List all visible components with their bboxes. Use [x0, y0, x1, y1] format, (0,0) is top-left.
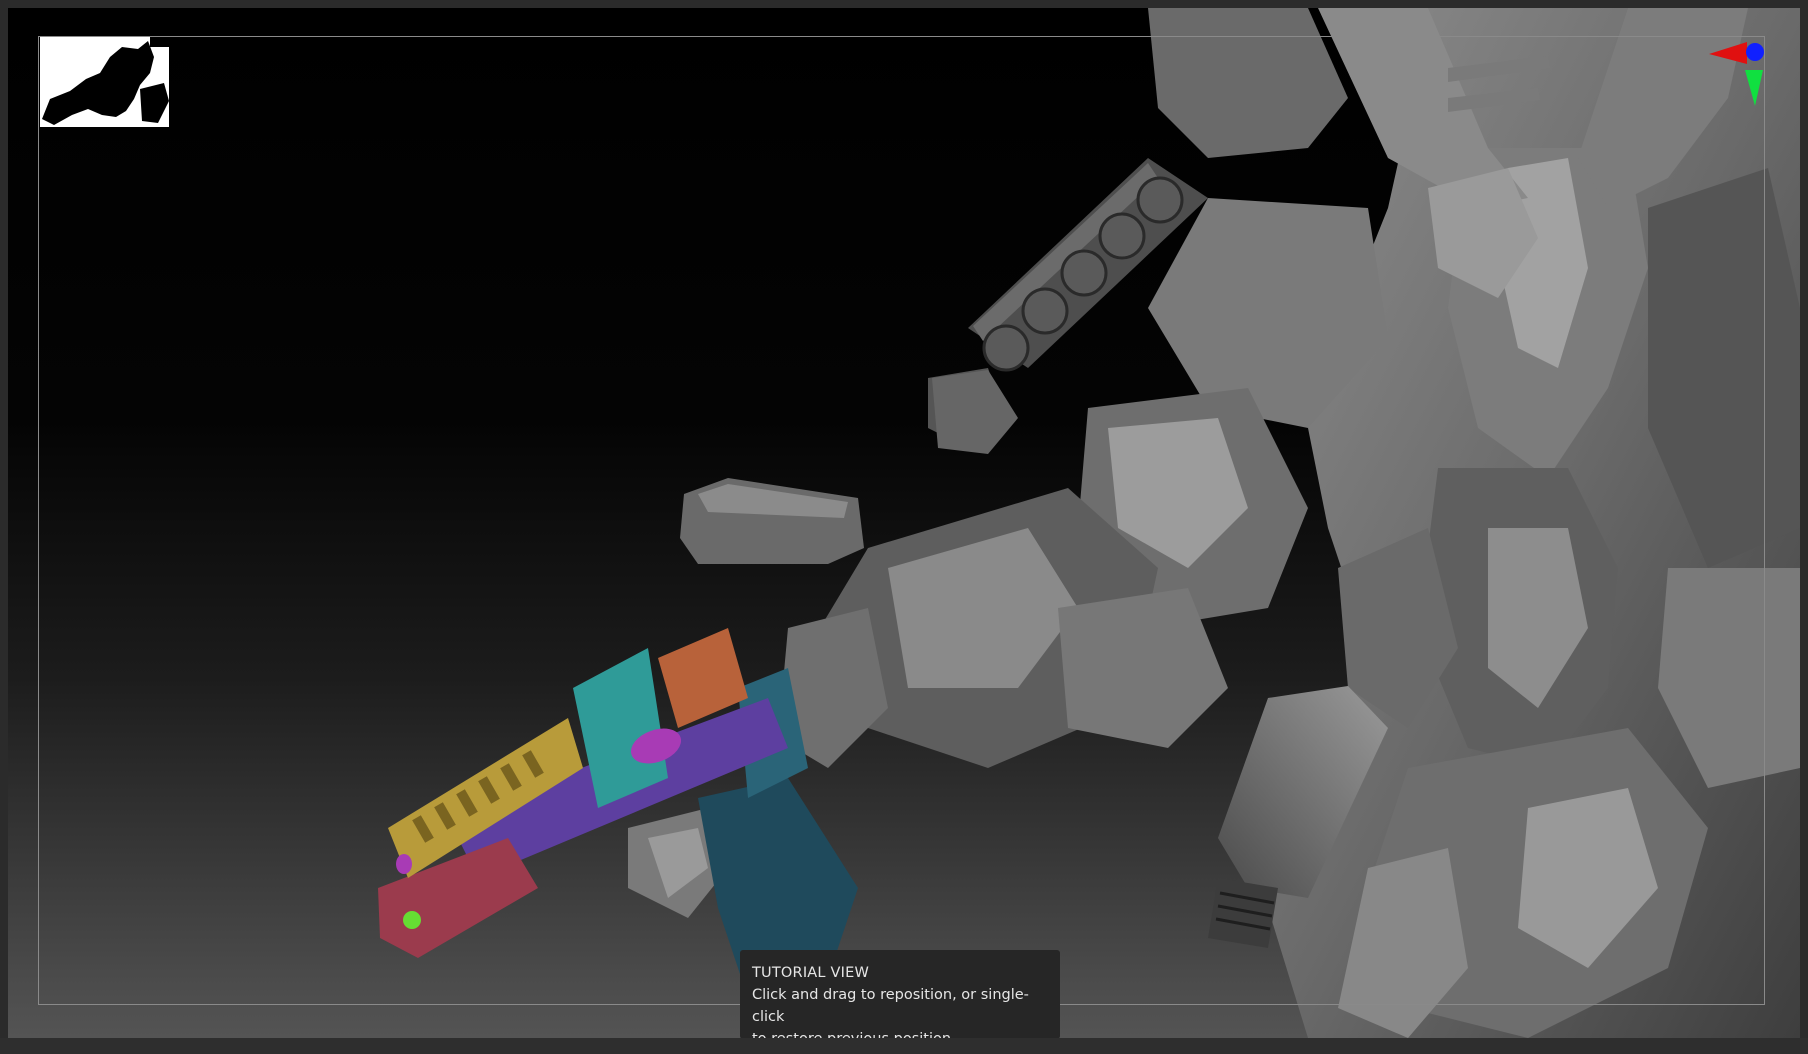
- xyz-axis-gizmo-icon[interactable]: [1705, 34, 1775, 114]
- navigator-thumbnail[interactable]: [40, 37, 169, 127]
- tooltip-line-2: to restore previous position.: [752, 1028, 1048, 1038]
- tooltip-title: TUTORIAL VIEW: [752, 965, 869, 981]
- document-canvas[interactable]: TUTORIAL VIEW Click and drag to repositi…: [8, 8, 1800, 1038]
- model-silhouette-icon: [42, 37, 169, 125]
- y-axis-arrow[interactable]: [1745, 70, 1763, 106]
- tutorial-view-tooltip: TUTORIAL VIEW Click and drag to repositi…: [740, 950, 1060, 1038]
- bottom-shelf: [0, 1038, 1808, 1054]
- tooltip-line-1: Click and drag to reposition, or single-…: [752, 987, 1029, 1025]
- z-axis-dot[interactable]: [1746, 43, 1764, 61]
- document-frame: [38, 36, 1765, 1005]
- x-axis-arrow[interactable]: [1709, 42, 1747, 64]
